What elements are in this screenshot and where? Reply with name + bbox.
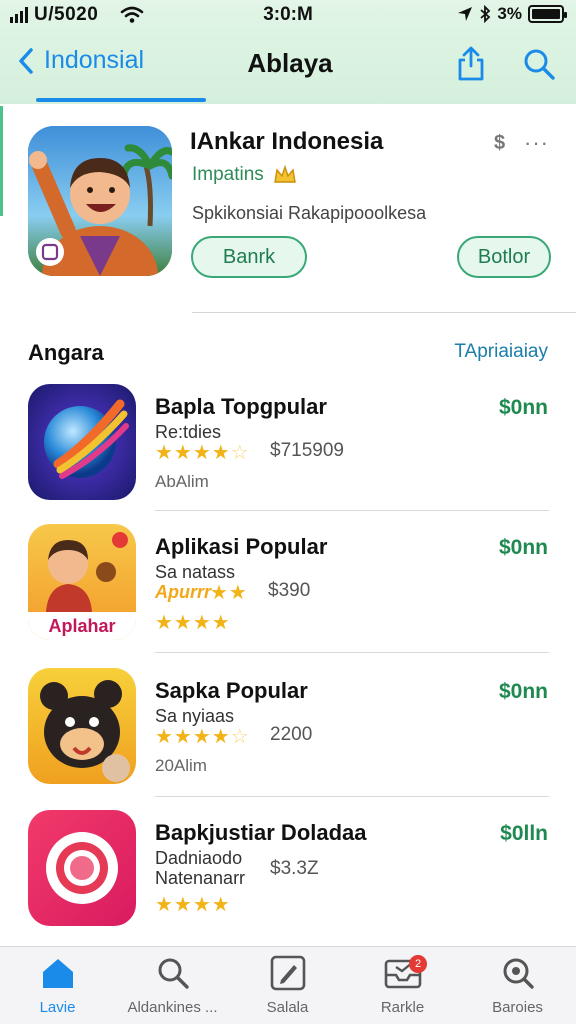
rating-stars: ★★★★☆ — [155, 442, 250, 464]
tab-label: Lavie — [39, 999, 76, 1016]
get-button[interactable]: $0lln — [500, 822, 548, 846]
tab-inbox[interactable]: 2 Rarkle — [345, 953, 460, 1023]
location-icon — [458, 7, 473, 21]
crown-badge-icon — [273, 164, 296, 183]
active-tab-indicator — [36, 98, 206, 102]
featured-primary-button[interactable]: Banrk — [191, 236, 307, 278]
tab-search[interactable]: Aldankines ... — [115, 953, 230, 1023]
featured-accent-bar — [0, 106, 3, 216]
status-right: 3% — [457, 4, 567, 24]
rating-stars: ★★★★ — [155, 894, 231, 916]
list-item[interactable]: Bapla Topgpular Re:tdies ★★★★☆ $715909 A… — [0, 384, 576, 524]
battery-icon — [528, 5, 567, 23]
battery-percent: 3% — [497, 4, 522, 23]
status-bar: U/5020 3:0:M 3% — [0, 0, 576, 30]
edit-icon — [230, 953, 345, 993]
home-icon — [0, 953, 115, 993]
app-price-count: 2200 — [270, 724, 313, 745]
rating-stars-inline: ★★ — [210, 582, 248, 604]
app-category-2: Natenanarr — [155, 868, 246, 888]
get-button[interactable]: $0nn — [499, 396, 548, 420]
notification-badge: 2 — [409, 955, 427, 973]
rating-stars: ★★★★ — [155, 612, 231, 634]
bluetooth-icon — [480, 5, 491, 23]
app-category: Dadniaodo — [155, 848, 243, 868]
list-item[interactable]: Bapkjustiar Doladaa Dadniaodo Natenanarr… — [0, 810, 576, 950]
get-button[interactable]: $0nn — [499, 680, 548, 704]
search-icon[interactable] — [522, 44, 556, 84]
featured-app-description: Spkikonsiai Rakapipooolkesa — [192, 203, 427, 223]
divider — [155, 510, 549, 511]
app-price-count: $715909 — [270, 440, 344, 461]
app-icon-bear — [28, 668, 136, 784]
list-item[interactable]: Sapka Popular Sa nyiaas ★★★★☆ 2200 20Ali… — [0, 668, 576, 808]
app-icon-camera — [28, 810, 136, 926]
navigation-bar: Indonsial Ablaya — [0, 30, 576, 104]
tab-discover[interactable]: Baroies — [460, 953, 575, 1023]
app-name: Bapla Topgpular — [155, 394, 327, 419]
share-icon[interactable] — [454, 44, 488, 84]
app-price-count: $3.3Z — [270, 858, 319, 879]
app-name: Aplikasi Popular — [155, 534, 328, 559]
app-name: Bapkjustiar Doladaa — [155, 820, 367, 845]
tab-bar: Lavie Aldankines ... Salala 2 Rarkle Bar… — [0, 946, 576, 1024]
see-all-link[interactable]: TApriaiaiay — [454, 341, 548, 363]
featured-app-icon[interactable] — [28, 126, 172, 276]
tab-label: Rarkle — [380, 999, 425, 1016]
get-button[interactable]: $0nn — [499, 536, 548, 560]
section-title: Angara — [28, 340, 104, 365]
tab-edit[interactable]: Salala — [230, 953, 345, 1023]
app-icon-kid: Aplahar — [28, 524, 136, 640]
tab-label: Aldankines ... — [127, 999, 218, 1016]
inbox-icon: 2 — [345, 953, 460, 993]
app-extra: 20Alim — [155, 756, 207, 775]
app-icon-caption: Aplahar — [48, 616, 116, 636]
featured-app-subtitle: Impatins — [192, 164, 298, 186]
tab-label: Salala — [266, 999, 309, 1016]
app-tag: Apurrr — [155, 582, 212, 602]
tab-label: Baroies — [492, 999, 543, 1016]
price-icon: $ — [494, 132, 506, 154]
divider — [155, 652, 549, 653]
nav-actions — [454, 44, 556, 84]
list-item[interactable]: Aplahar Aplikasi Popular Sa natass Apurr… — [0, 524, 576, 664]
featured-secondary-button[interactable]: Botlor — [457, 236, 551, 278]
app-icon-globe — [28, 384, 136, 500]
more-options-icon[interactable]: ··· — [524, 130, 549, 156]
discover-icon — [460, 953, 575, 993]
rating-stars: ★★★★☆ — [155, 726, 250, 748]
app-extra: AbAlim — [155, 472, 209, 491]
divider — [155, 796, 549, 797]
featured-subtitle-text: Impatins — [192, 164, 264, 185]
app-price-count: $390 — [268, 580, 311, 601]
featured-app-title: IAnkar Indonesia — [190, 128, 384, 155]
app-name: Sapka Popular — [155, 678, 308, 703]
search-icon — [115, 953, 230, 993]
tab-home[interactable]: Lavie — [0, 953, 115, 1023]
divider — [192, 312, 576, 313]
